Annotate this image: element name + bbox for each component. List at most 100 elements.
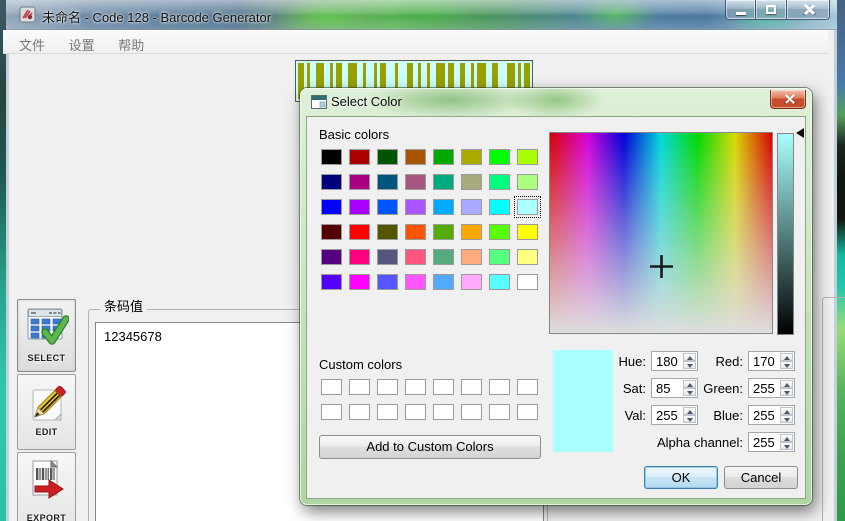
basic-color-swatch[interactable] [405,174,426,190]
blue-spinbox[interactable]: 255 [748,405,795,425]
basic-color-swatch[interactable] [433,224,454,240]
custom-color-swatch[interactable] [461,404,482,420]
custom-color-swatch[interactable] [321,404,342,420]
custom-color-swatch[interactable] [489,379,510,395]
value-slider-arrow[interactable] [796,128,804,138]
menu-help[interactable]: 帮助 [108,33,154,56]
sidebar-button-edit[interactable]: EDIT [17,374,76,450]
basic-color-swatch[interactable] [321,249,342,265]
basic-color-swatch[interactable] [489,224,510,240]
basic-color-swatch[interactable] [514,196,541,218]
sidebar-button-export[interactable]: EXPORT [17,452,76,521]
menu-settings[interactable]: 设置 [59,33,105,56]
basic-color-swatch[interactable] [517,149,538,165]
basic-color-swatch[interactable] [461,174,482,190]
basic-color-swatch[interactable] [349,149,370,165]
spinner-arrows[interactable] [683,407,696,423]
basic-color-swatch[interactable] [405,274,426,290]
custom-color-swatch[interactable] [489,404,510,420]
basic-color-swatch[interactable] [377,149,398,165]
sidebar-button-label: EDIT [35,427,58,437]
spinner-arrows[interactable] [780,407,793,423]
basic-color-swatch[interactable] [433,199,454,215]
custom-color-swatch[interactable] [405,404,426,420]
ok-button[interactable]: OK [644,466,718,489]
dialog-close-button[interactable] [770,90,806,109]
basic-color-swatch[interactable] [349,274,370,290]
hue-spinbox[interactable]: 180 [651,351,698,371]
basic-color-swatch[interactable] [489,249,510,265]
sat-spinbox[interactable]: 85 [651,378,698,398]
basic-color-swatch[interactable] [433,249,454,265]
alpha-spinbox[interactable]: 255 [748,432,795,452]
custom-color-swatch[interactable] [461,379,482,395]
basic-color-swatch[interactable] [349,199,370,215]
custom-color-swatch[interactable] [517,404,538,420]
spinner-arrows[interactable] [780,380,793,396]
spinner-arrows[interactable] [780,434,793,450]
hue-saturation-picker[interactable] [549,132,773,334]
basic-color-swatch[interactable] [461,224,482,240]
basic-color-swatch[interactable] [433,274,454,290]
basic-colors-grid [321,149,541,290]
cancel-button[interactable]: Cancel [724,466,798,489]
basic-color-swatch[interactable] [517,274,538,290]
green-spinbox[interactable]: 255 [748,378,795,398]
basic-color-swatch[interactable] [517,174,538,190]
custom-color-swatch[interactable] [517,379,538,395]
basic-color-swatch[interactable] [461,149,482,165]
settings-groupbox-partial [822,297,845,521]
basic-color-swatch[interactable] [461,199,482,215]
basic-color-swatch[interactable] [377,174,398,190]
basic-color-swatch[interactable] [517,249,538,265]
basic-color-swatch[interactable] [321,224,342,240]
custom-color-swatch[interactable] [377,404,398,420]
add-to-custom-colors-button[interactable]: Add to Custom Colors [319,435,541,459]
red-spinbox[interactable]: 170 [748,351,795,371]
basic-color-swatch[interactable] [489,149,510,165]
custom-color-swatch[interactable] [377,379,398,395]
main-window-titlebar[interactable]: 未命名 - Code 128 - Barcode Generator [6,0,837,30]
maximize-button[interactable] [756,0,787,20]
custom-color-swatch[interactable] [433,404,454,420]
basic-color-swatch[interactable] [321,174,342,190]
spinner-arrows[interactable] [780,353,793,369]
basic-color-swatch[interactable] [489,274,510,290]
custom-color-swatch[interactable] [321,379,342,395]
basic-color-swatch[interactable] [489,199,510,215]
basic-color-swatch[interactable] [377,199,398,215]
basic-color-swatch[interactable] [489,174,510,190]
basic-color-swatch[interactable] [377,224,398,240]
custom-color-swatch[interactable] [433,379,454,395]
basic-color-swatch[interactable] [461,249,482,265]
custom-color-swatch[interactable] [349,404,370,420]
basic-color-swatch[interactable] [377,249,398,265]
menu-file[interactable]: 文件 [9,33,55,56]
basic-color-swatch[interactable] [349,224,370,240]
custom-color-swatch[interactable] [349,379,370,395]
dialog-titlebar[interactable]: Select Color [300,88,812,116]
sidebar-button-select[interactable]: SELECT [17,299,76,372]
spinner-arrows[interactable] [683,380,696,396]
value-slider[interactable] [777,133,794,335]
close-button[interactable] [787,0,830,20]
basic-color-swatch[interactable] [433,149,454,165]
basic-color-swatch[interactable] [349,174,370,190]
basic-color-swatch[interactable] [321,274,342,290]
basic-color-swatch[interactable] [461,274,482,290]
basic-color-swatch[interactable] [377,274,398,290]
basic-color-swatch[interactable] [405,199,426,215]
basic-color-swatch[interactable] [321,199,342,215]
minimize-button[interactable] [725,0,756,20]
spinner-arrows[interactable] [683,353,696,369]
custom-color-swatch[interactable] [405,379,426,395]
app-icon [19,6,36,23]
basic-color-swatch[interactable] [433,174,454,190]
basic-color-swatch[interactable] [321,149,342,165]
basic-color-swatch[interactable] [349,249,370,265]
val-spinbox[interactable]: 255 [651,405,698,425]
basic-color-swatch[interactable] [405,224,426,240]
basic-color-swatch[interactable] [405,149,426,165]
basic-color-swatch[interactable] [517,224,538,240]
basic-color-swatch[interactable] [405,249,426,265]
